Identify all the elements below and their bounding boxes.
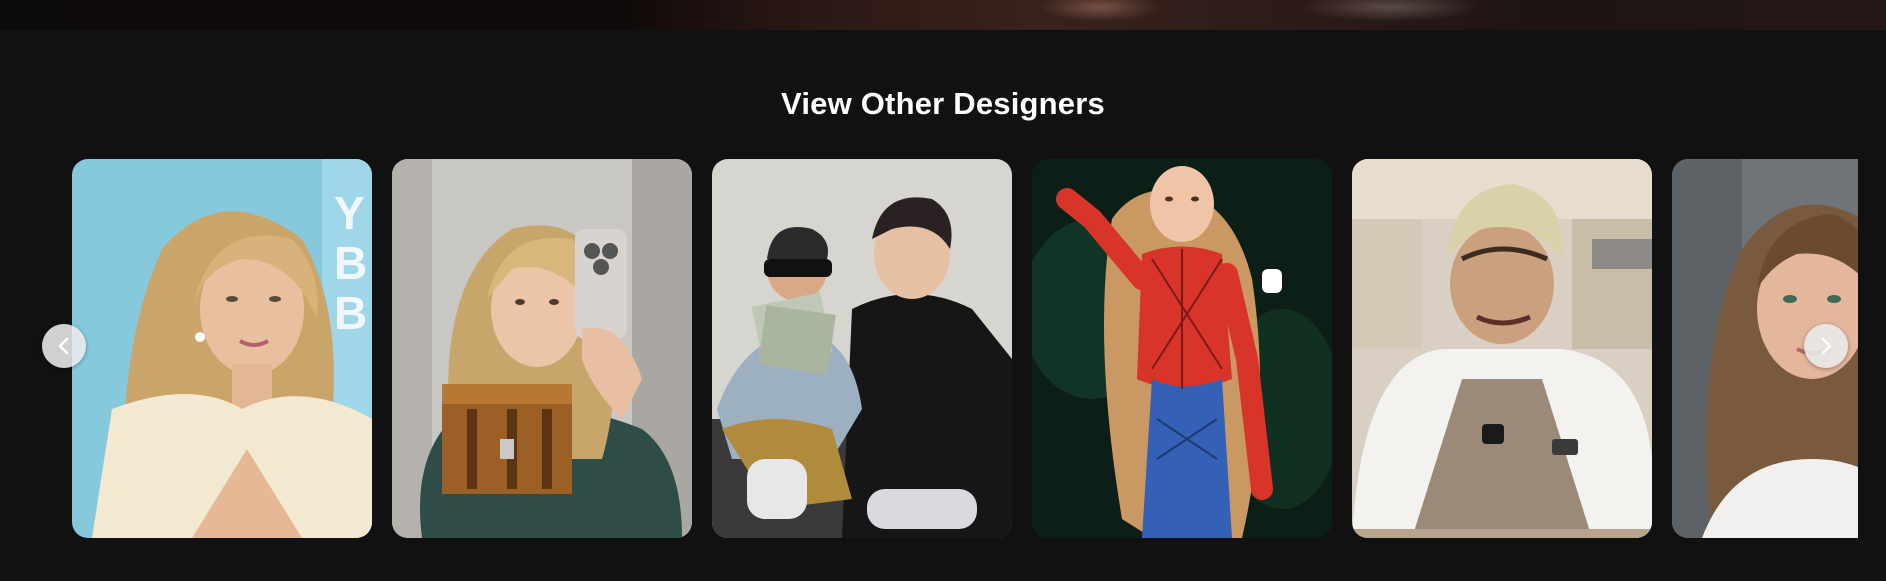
carousel-prev-button[interactable] <box>42 324 86 368</box>
section-title: View Other Designers <box>781 86 1105 121</box>
designers-carousel[interactable]: Y B B <box>72 159 1858 538</box>
chevron-right-icon <box>1821 337 1832 355</box>
designer-photo <box>712 159 1012 538</box>
carousel-track: Y B B <box>72 159 1858 538</box>
designer-photo <box>1352 159 1652 538</box>
banner-highlight <box>1300 0 1480 22</box>
svg-text:B: B <box>334 287 367 339</box>
banner-highlight <box>1040 0 1160 22</box>
top-banner-image <box>0 0 1886 30</box>
designer-card-5[interactable] <box>1352 159 1652 538</box>
svg-text:B: B <box>334 237 367 289</box>
designer-photo <box>1032 159 1332 538</box>
designer-card-4[interactable] <box>1032 159 1332 538</box>
designer-photo: Y B B <box>72 159 372 538</box>
designer-card-1[interactable]: Y B B <box>72 159 372 538</box>
designer-card-2[interactable] <box>392 159 692 538</box>
carousel-next-button[interactable] <box>1804 324 1848 368</box>
svg-text:Y: Y <box>334 187 365 239</box>
designer-photo <box>392 159 692 538</box>
chevron-left-icon <box>58 337 69 355</box>
designers-section: View Other Designers Y B B <box>0 0 1886 581</box>
designer-card-3[interactable] <box>712 159 1012 538</box>
